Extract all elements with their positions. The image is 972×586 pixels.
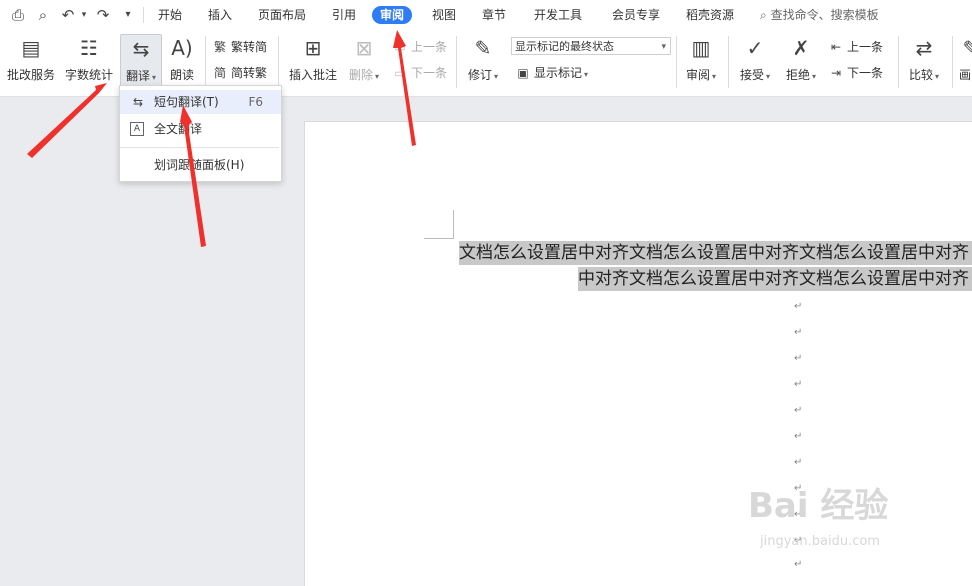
- show-markup-icon: ▣: [517, 66, 529, 80]
- next-change-icon: ⇥: [830, 66, 842, 80]
- search-placeholder: 查找命令、搜索模板: [770, 8, 879, 22]
- insert-comment-button[interactable]: ⊞ 插入批注: [286, 34, 340, 90]
- chevron-down-icon: ▾: [661, 42, 666, 52]
- document-text-line[interactable]: 文档怎么设置居中对齐文档怎么设置居中对齐文档怎么设置居中对齐: [459, 241, 972, 265]
- undo-dropdown-icon[interactable]: ▾: [74, 5, 94, 25]
- trad-to-simp-button[interactable]: 繁繁转简: [212, 38, 267, 56]
- tab-review[interactable]: 审阅: [372, 6, 413, 24]
- reject-icon: ✗: [792, 36, 810, 60]
- insert-comment-icon: ⊞: [304, 36, 322, 60]
- compare-button[interactable]: ⇄ 比较 ▾: [904, 34, 944, 90]
- delete-comment-button[interactable]: ⊠ 删除 ▾: [344, 34, 384, 90]
- paragraph-mark: ↵: [794, 327, 803, 338]
- tab-chapter[interactable]: 章节: [480, 6, 508, 24]
- accept-icon: ✓: [746, 36, 764, 60]
- next-comment-icon: ▭: [394, 66, 406, 80]
- prev-comment-icon: ▭: [394, 40, 406, 54]
- print-preview-icon[interactable]: ⌕: [33, 5, 53, 25]
- margin-corner-mark: [453, 210, 454, 239]
- tab-member[interactable]: 会员专享: [610, 6, 662, 24]
- partial-button[interactable]: ✎ 画: [958, 34, 972, 90]
- baidu-jingyan-watermark: Bai 经验: [748, 486, 889, 526]
- menu-item-short-translate[interactable]: ⇆ 短句翻译(T) F6: [120, 90, 281, 114]
- prev-change-icon: ⇤: [830, 40, 842, 54]
- divider: [143, 7, 144, 23]
- full-translate-icon: A: [130, 122, 144, 136]
- print-icon[interactable]: ⎙: [8, 5, 28, 25]
- read-aloud-icon: A): [171, 36, 193, 60]
- menu-item-follow-panel[interactable]: 划词跟随面板(H): [120, 153, 281, 177]
- read-aloud-button[interactable]: A) 朗读: [164, 34, 200, 90]
- divider: [898, 36, 899, 88]
- simp-to-trad-button[interactable]: 简简转繁: [212, 64, 267, 82]
- track-changes-icon: ✎: [474, 36, 492, 60]
- tab-references[interactable]: 引用: [330, 6, 358, 24]
- tab-home[interactable]: 开始: [156, 6, 184, 24]
- track-changes-button[interactable]: ✎ 修订 ▾: [464, 34, 502, 90]
- document-text-line[interactable]: 中对齐文档怎么设置居中对齐文档怎么设置居中对齐: [578, 267, 972, 291]
- next-change-button[interactable]: ⇥ 下一条: [828, 64, 883, 82]
- translate-dropdown-menu: ⇆ 短句翻译(T) F6 A 全文翻译 划词跟随面板(H): [119, 85, 282, 182]
- menu-item-full-translate[interactable]: A 全文翻译: [120, 117, 281, 141]
- pen-icon: ✎: [962, 36, 972, 60]
- translate-button[interactable]: ⇆ 翻译 ▾: [120, 34, 162, 92]
- paragraph-mark: ↵: [794, 405, 803, 416]
- translate-icon: ⇆: [132, 37, 150, 61]
- next-comment-button[interactable]: ▭ 下一条: [392, 64, 447, 82]
- divider: [952, 36, 953, 88]
- simp-trad-icon: 简: [213, 66, 226, 80]
- accept-button[interactable]: ✓ 接受 ▾: [736, 34, 774, 90]
- proofread-button[interactable]: ▤ 批改服务: [4, 34, 58, 90]
- review-pane-button[interactable]: ▥ 审阅 ▾: [682, 34, 720, 90]
- tab-docer[interactable]: 稻壳资源: [684, 6, 736, 24]
- tab-view[interactable]: 视图: [430, 6, 458, 24]
- paragraph-mark: ↵: [794, 559, 803, 570]
- word-count-icon: ☷: [80, 36, 98, 60]
- divider: [205, 36, 206, 88]
- divider: [676, 36, 677, 88]
- margin-corner-mark: [424, 238, 454, 239]
- trad-simp-icon: 繁: [213, 40, 226, 54]
- paragraph-mark: ↵: [794, 379, 803, 390]
- tab-insert[interactable]: 插入: [206, 6, 234, 24]
- divider: [728, 36, 729, 88]
- paragraph-mark: ↵: [794, 457, 803, 468]
- paragraph-mark: ↵: [794, 353, 803, 364]
- divider: [278, 36, 279, 88]
- reject-button[interactable]: ✗ 拒绝 ▾: [782, 34, 820, 90]
- menu-divider: [120, 147, 279, 148]
- paragraph-mark: ↵: [794, 301, 803, 312]
- search-box[interactable]: ⌕ 查找命令、搜索模板: [760, 6, 879, 24]
- word-count-button[interactable]: ☷ 字数统计: [62, 34, 116, 90]
- redo-icon[interactable]: ↷: [93, 5, 113, 25]
- more-icon[interactable]: ▾: [118, 5, 138, 25]
- delete-comment-icon: ⊠: [355, 36, 373, 60]
- prev-comment-button[interactable]: ▭ 上一条: [392, 38, 447, 56]
- proofread-icon: ▤: [21, 36, 41, 60]
- divider: [456, 36, 457, 88]
- paragraph-mark: ↵: [794, 431, 803, 442]
- tab-developer[interactable]: 开发工具: [532, 6, 584, 24]
- prev-change-button[interactable]: ⇤ 上一条: [828, 38, 883, 56]
- review-pane-icon: ▥: [691, 36, 711, 60]
- show-markup-button[interactable]: ▣ 显示标记 ▾: [515, 64, 588, 82]
- search-icon: ⌕: [760, 8, 767, 22]
- tab-page-layout[interactable]: 页面布局: [256, 6, 308, 24]
- short-translate-icon: ⇆: [132, 95, 144, 109]
- compare-icon: ⇄: [915, 36, 933, 60]
- watermark-url: jingyan.baidu.com: [760, 534, 880, 549]
- markup-state-select[interactable]: 显示标记的最终状态 ▾: [511, 37, 671, 55]
